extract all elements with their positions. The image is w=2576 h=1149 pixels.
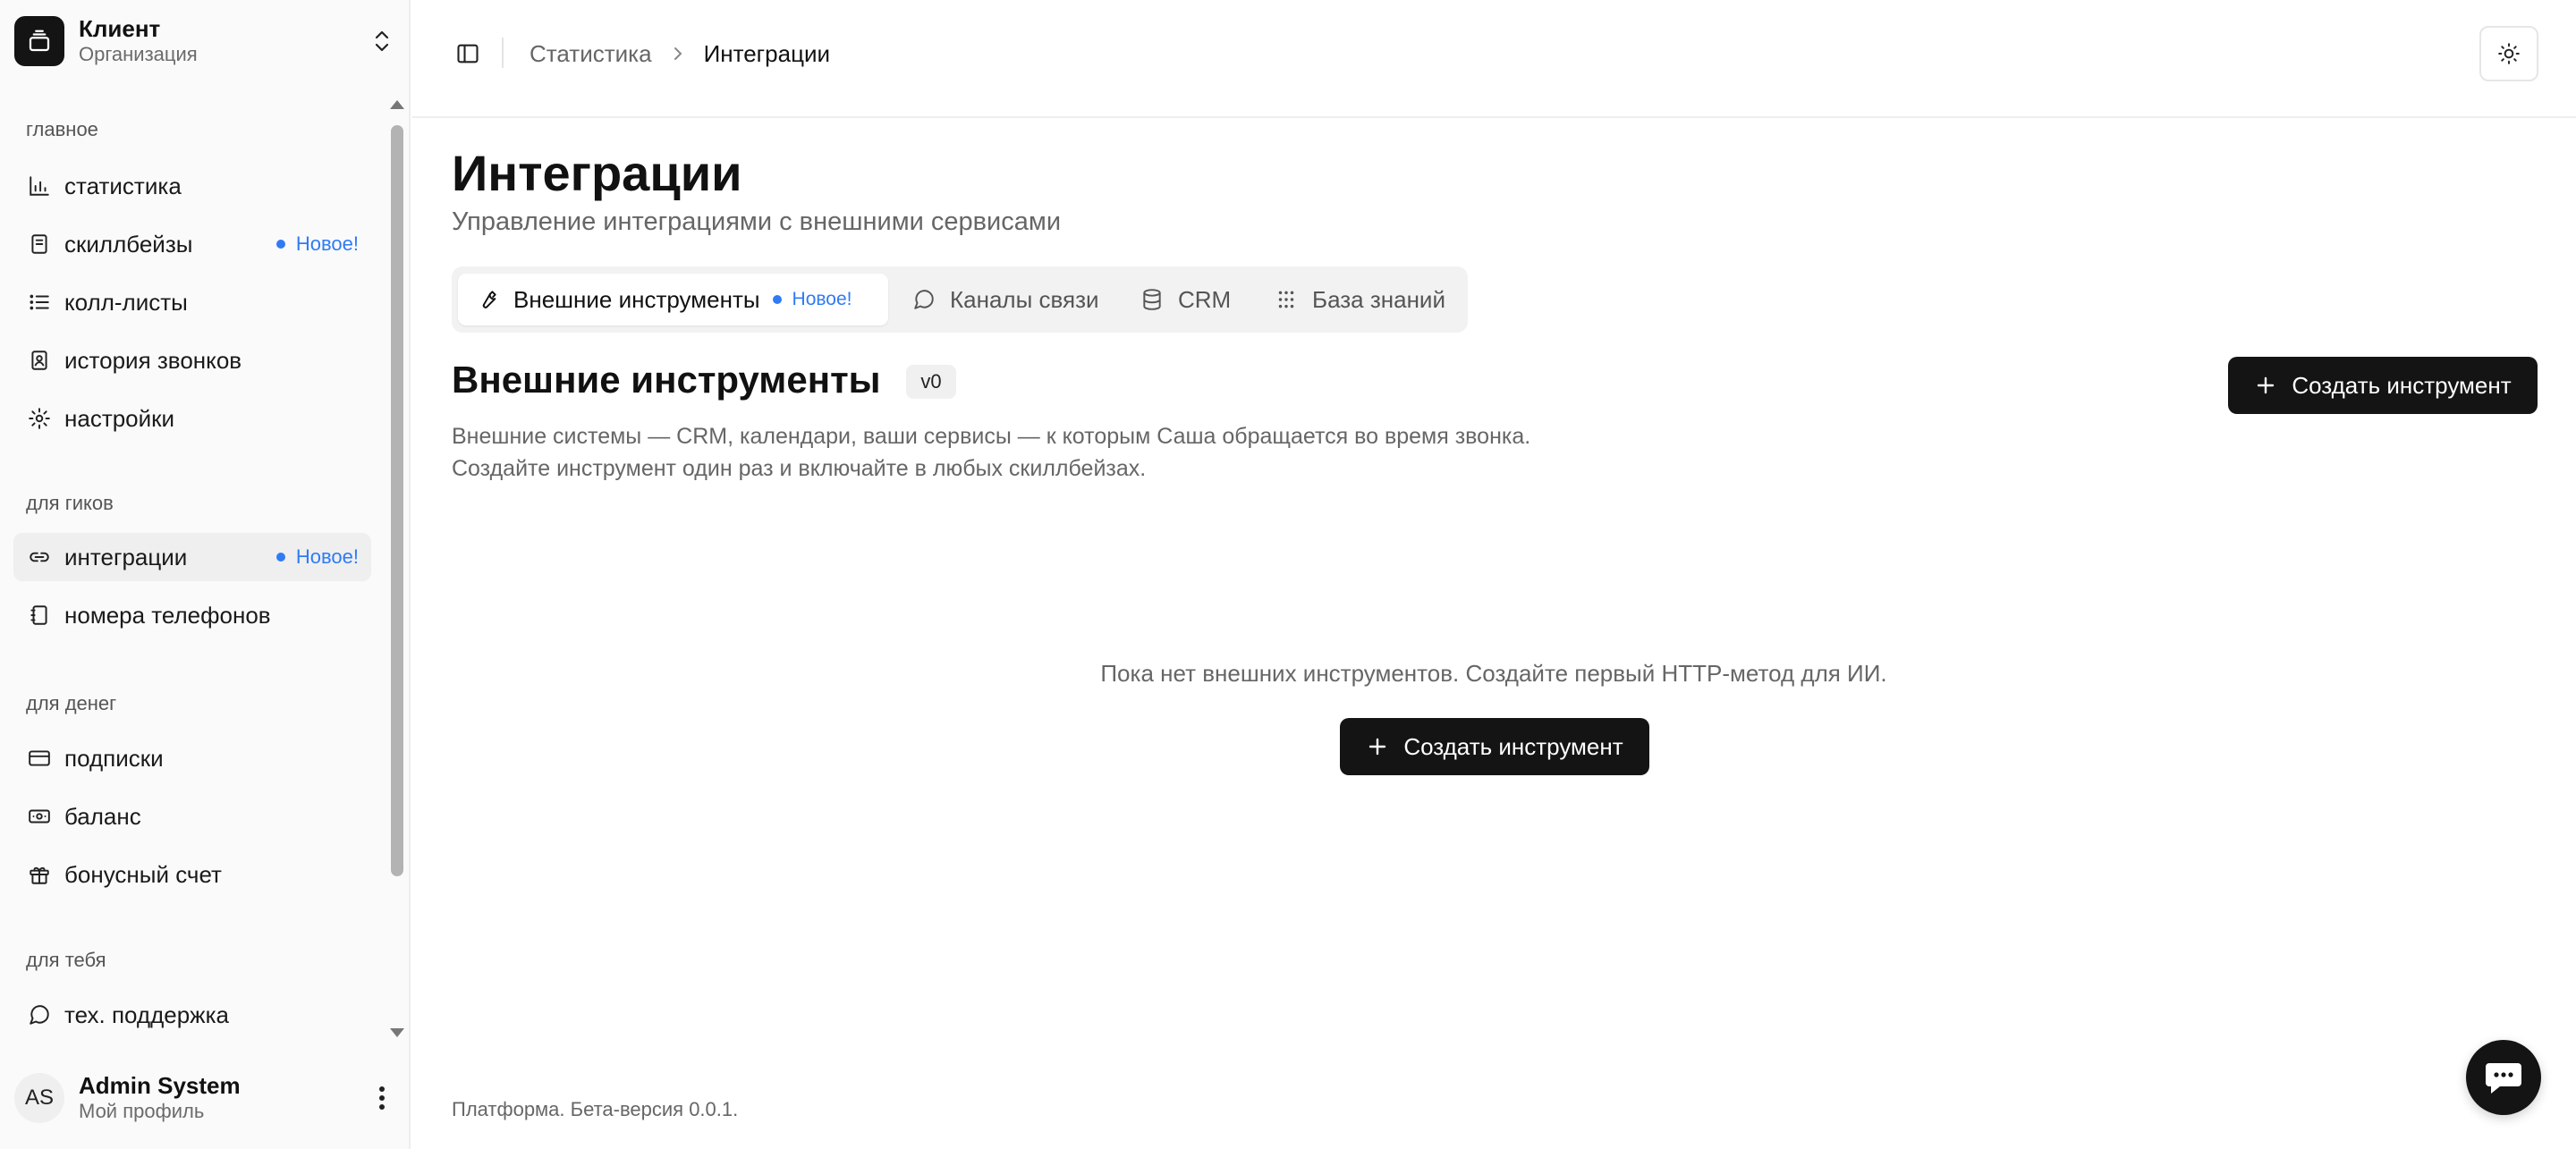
avatar: AS: [14, 1073, 64, 1123]
org-subtitle: Организация: [79, 43, 198, 65]
create-first-tool-button[interactable]: Создать инструмент: [1340, 718, 1649, 775]
breadcrumb: Статистика Интеграции: [530, 36, 830, 72]
scroll-thumb[interactable]: [391, 125, 403, 876]
sidebar-item-label: скиллбейзы: [64, 230, 193, 258]
sidebar-item-label: номера телефонов: [64, 601, 271, 629]
divider: [502, 38, 504, 68]
sidebar-item-label: колл-листы: [64, 288, 188, 316]
sidebar-item-label: подписки: [64, 744, 164, 772]
sidebar-item-subscriptions[interactable]: подписки: [13, 734, 371, 782]
breadcrumb-link-statistics[interactable]: Статистика: [530, 40, 652, 68]
create-first-tool-button-label: Создать инструмент: [1403, 732, 1623, 760]
tab-knowledge-base[interactable]: База знаний: [1257, 274, 1462, 325]
tab-communication-channels[interactable]: Каналы связи: [894, 274, 1118, 325]
gift-icon: [26, 861, 53, 888]
sidebar-nav: главное статистика скиллбейзы Новое! кол…: [0, 97, 385, 1044]
tab-label: CRM: [1178, 285, 1232, 313]
sidebar-toggle-button[interactable]: [449, 37, 487, 71]
org-switcher[interactable]: Клиент Организация: [14, 14, 395, 68]
scroll-up-arrow[interactable]: [390, 100, 404, 109]
banknote-icon: [26, 803, 53, 830]
tab-label: Каналы связи: [950, 285, 1099, 313]
section-description-line-1: Внешние системы — CRM, календари, ваши с…: [452, 424, 1531, 449]
tab-external-tools[interactable]: Внешние инструменты Новое!: [458, 274, 888, 325]
page-subtitle: Управление интеграциями с внешними серви…: [452, 207, 1062, 236]
tab-label: Внешние инструменты: [513, 285, 760, 313]
sidebar-item-support[interactable]: тех. поддержка: [13, 991, 371, 1039]
link-icon: [26, 544, 53, 570]
section-label-you: для тебя: [26, 949, 106, 971]
new-badge: Новое!: [275, 232, 359, 256]
create-tool-button-label: Создать инструмент: [2292, 371, 2512, 399]
sun-icon: [2498, 43, 2520, 64]
page-title: Интеграции: [452, 145, 742, 201]
theme-toggle-button[interactable]: [2479, 26, 2538, 81]
user-subtitle: Мой профиль: [79, 1100, 205, 1122]
contact-book-icon: [26, 347, 53, 374]
section-description: Внешние системы — CRM, календари, ваши с…: [452, 420, 1530, 485]
scroll-down-arrow[interactable]: [390, 1028, 404, 1037]
org-logo: [14, 16, 64, 66]
tab-label: База знаний: [1312, 285, 1445, 313]
list-icon: [26, 289, 53, 316]
sidebar-item-label: интеграции: [64, 543, 188, 570]
database-icon: [1139, 286, 1165, 313]
section-label-main: главное: [26, 118, 98, 140]
sidebar-item-label: история звонков: [64, 346, 242, 374]
tab-crm[interactable]: CRM: [1123, 274, 1252, 325]
create-tool-button[interactable]: Создать инструмент: [2228, 357, 2538, 414]
sidebar-item-call-history[interactable]: история звонков: [13, 336, 371, 384]
org-name: Клиент: [79, 15, 161, 42]
footer-version: Платформа. Бета-версия 0.0.1.: [452, 1098, 739, 1120]
chevron-right-icon: [672, 45, 684, 63]
wrench-icon: [474, 286, 501, 313]
sidebar-scrollbar[interactable]: [388, 97, 406, 1044]
top-bar: Статистика Интеграции: [412, 0, 2576, 118]
sidebar-item-label: настройки: [64, 404, 175, 432]
chat-bubble-icon: [911, 286, 937, 313]
org-logo-icon: [29, 30, 50, 52]
gear-icon: [26, 405, 53, 432]
breadcrumb-current: Интеграции: [703, 39, 831, 67]
chat-bubble-icon: [26, 1001, 53, 1028]
bar-chart-icon: [26, 173, 53, 199]
sidebar-item-label: статистика: [64, 172, 182, 199]
section-label-money: для денег: [26, 692, 117, 714]
section-title: Внешние инструменты: [452, 359, 881, 401]
chat-icon: [2486, 1063, 2521, 1094]
plus-icon: [1366, 735, 1389, 758]
user-name: Admin System: [79, 1072, 241, 1099]
sidebar-item-label: тех. поддержка: [64, 1001, 229, 1028]
notebook-icon: [26, 231, 53, 258]
sidebar: Клиент Организация главное статистика ск…: [0, 0, 411, 1149]
plus-icon: [2254, 374, 2277, 397]
version-badge: v0: [906, 365, 956, 399]
section-label-geeks: для гиков: [26, 492, 114, 514]
panel-left-icon: [457, 44, 479, 63]
chevrons-up-down-icon[interactable]: [369, 23, 395, 59]
sidebar-item-skillbases[interactable]: скиллбейзы Новое!: [13, 220, 371, 268]
more-vertical-icon[interactable]: [369, 1080, 395, 1116]
section-description-line-2: Создайте инструмент один раз и включайте…: [452, 456, 1147, 481]
credit-card-icon: [26, 745, 53, 772]
phone-book-icon: [26, 602, 53, 629]
grid-dots-icon: [1273, 286, 1300, 313]
sidebar-item-label: баланс: [64, 802, 141, 830]
sidebar-item-bonus-account[interactable]: бонусный счет: [13, 850, 371, 899]
sidebar-item-phone-numbers[interactable]: номера телефонов: [13, 591, 371, 639]
new-badge: Новое!: [772, 289, 852, 310]
new-badge: Новое!: [275, 545, 359, 569]
sidebar-item-settings[interactable]: настройки: [13, 394, 371, 443]
support-chat-button[interactable]: [2466, 1040, 2541, 1115]
integration-tabs: Внешние инструменты Новое! Каналы связи …: [452, 266, 1468, 333]
sidebar-item-balance[interactable]: баланс: [13, 792, 371, 841]
empty-state-text: Пока нет внешних инструментов. Создайте …: [1100, 660, 1887, 687]
sidebar-item-statistics[interactable]: статистика: [13, 162, 371, 210]
sidebar-item-label: бонусный счет: [64, 860, 222, 888]
sidebar-item-call-lists[interactable]: колл-листы: [13, 278, 371, 326]
sidebar-item-integrations[interactable]: интеграции Новое!: [13, 533, 371, 581]
user-profile[interactable]: AS Admin System Мой профиль: [14, 1069, 395, 1127]
